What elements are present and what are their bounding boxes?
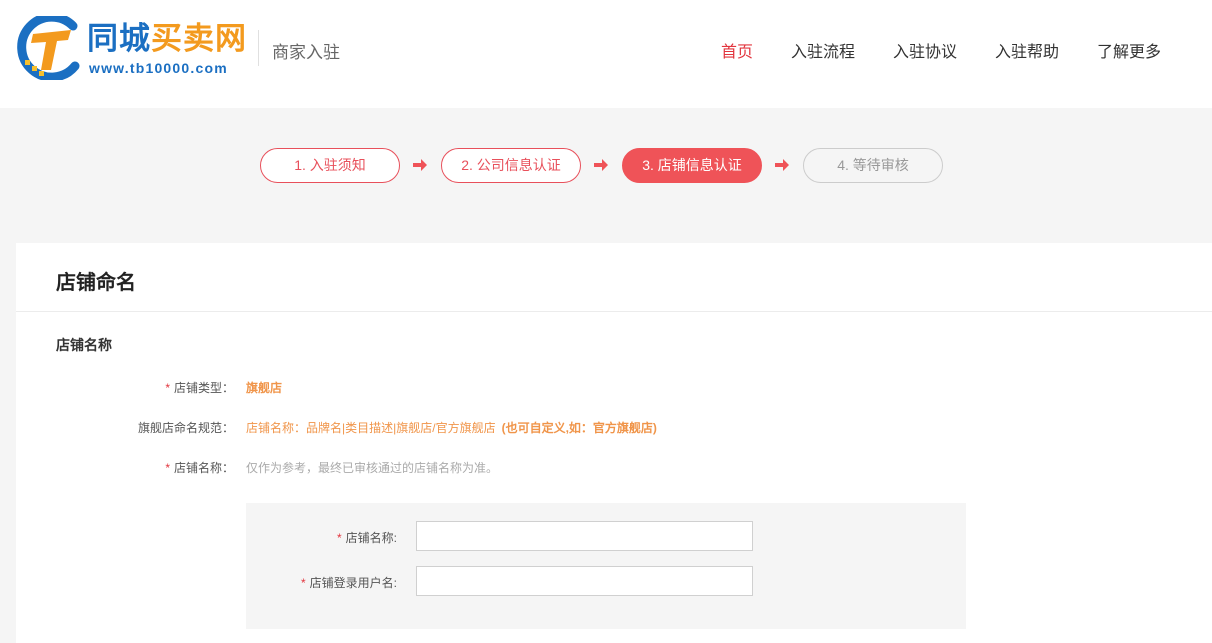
nav-help[interactable]: 入驻帮助 xyxy=(995,38,1059,62)
shop-name-note-value: 仅作为参考，最终已审核通过的店铺名称为准。 xyxy=(246,461,499,475)
progress-steps: 1. 入驻须知 2. 公司信息认证 3. 店铺信息认证 4. 等待审核 xyxy=(0,148,1212,184)
naming-rule-text: 店铺名称：品牌名|类目描述|旗舰店/官方旗舰店 xyxy=(246,421,496,435)
shop-name-note-row: * 店铺名称： 仅作为参考，最终已审核通过的店铺名称为准。 xyxy=(16,459,1212,479)
arrow-right-icon xyxy=(775,159,789,171)
shop-name-note-label-text: 店铺名称： xyxy=(173,461,234,475)
shop-type-label: * 店铺类型： xyxy=(165,379,234,396)
nav-learn-more[interactable]: 了解更多 xyxy=(1097,38,1161,62)
required-star: * xyxy=(336,531,342,545)
shop-name-field-label: * 店铺名称: xyxy=(337,529,397,546)
logo-url: www.tb10000.com xyxy=(89,60,228,76)
shop-naming-card: 店铺命名 店铺名称 * 店铺类型： 旗舰店 旗舰店命名规范： 店铺名称：品牌名|类… xyxy=(16,243,1212,643)
shop-type-value: 旗舰店 xyxy=(246,381,283,395)
naming-rule-label: 旗舰店命名规范： xyxy=(137,421,234,435)
shop-type-label-text: 店铺类型： xyxy=(173,381,234,395)
naming-rule-value: 店铺名称：品牌名|类目描述|旗舰店/官方旗舰店 (也可自定义,如：官方旗舰店) xyxy=(246,419,657,436)
login-username-field-label-text: 店铺登录用户名: xyxy=(309,576,397,590)
nav-home[interactable]: 首页 xyxy=(721,38,753,62)
arrow-right-icon xyxy=(413,159,427,171)
required-star: * xyxy=(165,381,170,395)
step-4: 4. 等待审核 xyxy=(803,148,943,183)
naming-rule-row: 旗舰店命名规范： 店铺名称：品牌名|类目描述|旗舰店/官方旗舰店 (也可自定义,如… xyxy=(16,419,1212,439)
shop-name-input[interactable] xyxy=(416,521,753,551)
nav-agreement[interactable]: 入驻协议 xyxy=(893,38,957,62)
step-1: 1. 入驻须知 xyxy=(260,148,400,183)
required-star: * xyxy=(300,576,306,590)
section-title: 店铺名称 xyxy=(56,337,112,353)
step-2: 2. 公司信息认证 xyxy=(441,148,581,183)
shop-name-field-row: * 店铺名称: xyxy=(246,521,966,551)
login-username-field-row: * 店铺登录用户名: xyxy=(246,566,966,596)
login-username-field-label: * 店铺登录用户名: xyxy=(301,574,397,591)
step-3-current: 3. 店铺信息认证 xyxy=(622,148,762,183)
shop-name-field-label-text: 店铺名称: xyxy=(345,531,397,545)
shop-name-note-label: * 店铺名称： xyxy=(165,459,234,476)
page-header: 同城买卖网 www.tb10000.com 商家入驻 首页 入驻流程 入驻协议 … xyxy=(0,0,1212,108)
login-username-input[interactable] xyxy=(416,566,753,596)
arrow-right-icon xyxy=(594,159,608,171)
naming-rule-extra: (也可自定义,如：官方旗舰店) xyxy=(501,421,657,435)
shop-name-form: * 店铺名称: * 店铺登录用户名: xyxy=(246,503,966,629)
card-divider xyxy=(16,311,1212,312)
required-star: * xyxy=(165,461,170,475)
card-title: 店铺命名 xyxy=(56,272,136,294)
nav-process[interactable]: 入驻流程 xyxy=(791,38,855,62)
shop-type-row: * 店铺类型： 旗舰店 xyxy=(16,379,1212,399)
top-nav: 首页 入驻流程 入驻协议 入驻帮助 了解更多 xyxy=(0,38,1212,62)
